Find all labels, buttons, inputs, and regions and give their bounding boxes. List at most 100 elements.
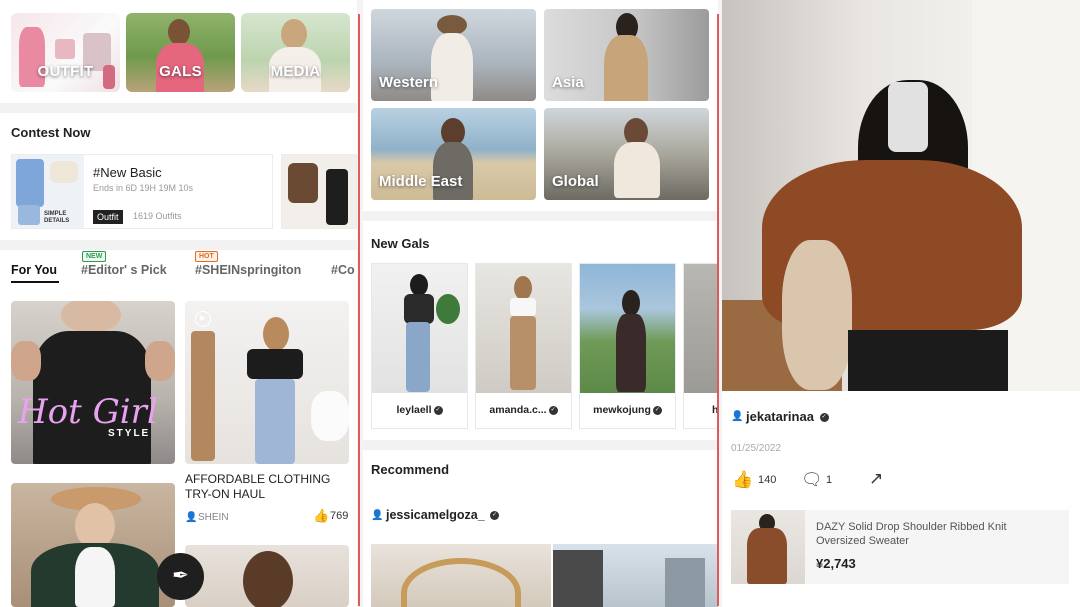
share-icon[interactable]: ↗ [869,469,883,489]
recommend-user[interactable]: jessicamelgoza_ ✓ [386,508,500,522]
post-pillow-image [311,391,349,441]
region-western-label: Western [379,74,438,91]
contest-top-image [16,159,44,207]
feed-post-hot-girl[interactable] [11,301,175,464]
gal-dress-image [616,314,646,392]
contest-shoe-image [50,161,78,183]
feed-post-author[interactable]: SHEIN [198,512,229,523]
gals-panel: Western Asia Middle East Global New Gals… [363,0,718,607]
contest-card-next[interactable] [281,154,357,229]
gal-jeans-image [406,322,430,392]
gal-name-row: amanda.c... ✓ [476,404,571,416]
product-name: DAZY Solid Drop Shoulder Ribbed Knit Ove… [816,521,1007,547]
product-sweater [747,528,787,584]
tab-more[interactable]: #Co [331,263,355,277]
category-gals-label: GALS [159,63,202,80]
category-media[interactable]: MEDIA [241,13,350,92]
contest-outfit-count: 1619 Outfits [133,211,182,221]
media-hair-image [281,19,307,49]
contest-countdown: Ends in 6D 19H 19M 10s [93,183,194,193]
region-asia[interactable]: Asia [544,9,709,101]
gal-photo [684,264,718,393]
brush-icon[interactable]: ✒ [157,553,204,600]
play-icon[interactable]: ▶ [195,311,211,327]
gal-name: amanda.c... [489,404,547,416]
thumbs-up-icon[interactable]: 👍 [313,508,329,524]
person-icon: 👤 [371,510,384,521]
feed-post-haul[interactable] [185,301,349,464]
middle-east-model-image [433,142,473,200]
recommend-title: Recommend [371,462,450,477]
gal-card-amanda[interactable]: amanda.c... ✓ [475,263,572,429]
contest-card[interactable]: SIMPLE DETAILS #New Basic Ends in 6D 19H… [11,154,273,229]
gal-top-image [510,298,536,316]
post-model-hair-image [263,317,289,351]
gal-name-row: leylaell ✓ [372,404,467,416]
gal-card-partial[interactable]: h [683,263,718,429]
region-western[interactable]: Western [371,9,536,101]
region-asia-label: Asia [552,74,584,91]
contest-thumb-caption: SIMPLE DETAILS [44,211,70,224]
region-middle-east-label: Middle East [379,173,463,190]
tab-editors-pick[interactable]: #Editor' s Pick [81,263,167,277]
post-author-name: jekatarinaa [746,409,814,424]
category-gals[interactable]: GALS [126,13,235,92]
gal-plant-image [436,294,460,324]
post-white-top-image [75,547,115,607]
gal-photo [476,264,571,393]
pants-image [848,330,1008,391]
feed-post-title[interactable]: AFFORDABLE CLOTHING TRY-ON HAUL [185,472,345,502]
category-outfit-label: OUTFIT [37,63,94,80]
post-face-image [61,301,121,333]
product-card[interactable]: DAZY Solid Drop Shoulder Ribbed Knit Ove… [731,510,1069,584]
building-image [553,550,603,607]
gal-hair-image [410,274,428,296]
tab-sheinspringiton[interactable]: #SHEINspringiton [195,263,301,277]
panel-divider [358,14,360,606]
feed-post-next[interactable] [185,545,349,607]
gal-card-leylaell[interactable]: leylaell ✓ [371,263,468,429]
verified-badge-icon: ✓ [652,405,662,415]
contest-thumbnail: SIMPLE DETAILS [12,155,84,228]
next-contest-coat-image [288,163,318,203]
post-overlay-subtext: STYLE [108,428,151,439]
post-date: 01/25/2022 [731,443,782,454]
post-like-count: 140 [758,474,777,486]
recommend-photo-2[interactable] [553,544,718,607]
thumbs-up-icon[interactable]: 👍 [732,470,753,490]
comment-icon[interactable]: 🗨 [801,470,823,490]
home-panel: OUTFIT GALS MEDIA Contest Now SIMPLE DET… [0,0,357,607]
gal-photo [580,264,675,393]
active-tab-indicator [11,281,59,283]
post-jeans-image [255,379,295,464]
post-arm-image [145,341,175,381]
recommend-username: jessicamelgoza_ [386,508,485,522]
gal-name: mewkojung [593,404,651,416]
region-global[interactable]: Global [544,108,709,200]
gal-hair-image [622,290,640,316]
person-icon: 👤 [731,411,744,422]
new-gals-title: New Gals [371,236,430,251]
gal-top-image [404,294,434,324]
post-top-image [247,349,303,379]
region-middle-east[interactable]: Middle East [371,108,536,200]
new-badge: NEW [82,251,107,262]
category-outfit[interactable]: OUTFIT [11,13,120,92]
building-image [665,558,705,607]
post-author[interactable]: jekatarinaa ✓ [746,409,829,424]
person-icon: 👤 [185,512,198,523]
gals-hair-image [168,19,190,45]
product-image [731,510,805,584]
post-main-photo[interactable] [722,0,1080,391]
western-hat-image [437,15,467,35]
gal-card-mewkojung[interactable]: mewkojung ✓ [579,263,676,429]
verified-badge-icon: ✓ [433,405,443,415]
recommend-photo-1[interactable] [371,544,551,607]
post-hair-image [243,551,293,607]
global-model-image [614,142,660,198]
category-media-label: MEDIA [270,63,321,80]
section-separator [363,440,718,450]
section-separator [0,240,357,250]
tab-for-you[interactable]: For You [11,263,57,277]
feed-post-cowboy-hat[interactable] [11,483,175,607]
